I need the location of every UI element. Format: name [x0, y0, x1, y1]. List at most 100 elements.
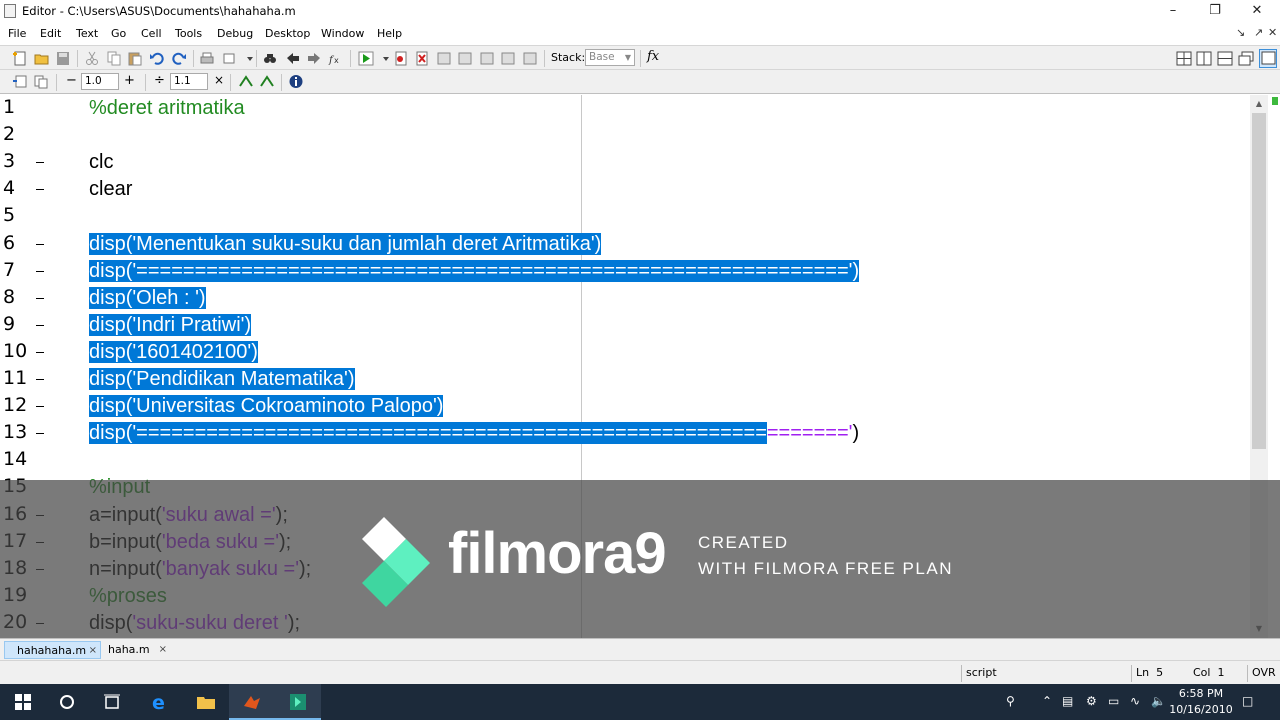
- undock-arrow-icon[interactable]: ↘: [1236, 26, 1245, 39]
- menu-file[interactable]: File: [8, 27, 26, 40]
- exit-debug-icon[interactable]: [522, 51, 538, 66]
- breakpoint-marker[interactable]: [36, 406, 44, 408]
- menu-help[interactable]: Help: [377, 27, 402, 40]
- edge-browser-icon[interactable]: e: [137, 684, 183, 720]
- divide-button[interactable]: ÷: [154, 73, 165, 88]
- step-out-icon[interactable]: [479, 51, 495, 66]
- forward-arrow-icon[interactable]: [306, 51, 322, 66]
- code-line[interactable]: 9 disp('Indri Pratiwi'): [0, 312, 1250, 339]
- windows-start-icon[interactable]: [0, 684, 46, 720]
- tile-vertical-icon[interactable]: [1196, 51, 1212, 66]
- multiply-button[interactable]: ×: [214, 73, 224, 87]
- back-arrow-icon[interactable]: [285, 51, 301, 66]
- continue-icon[interactable]: [500, 51, 516, 66]
- fx-icon[interactable]: fx: [647, 49, 659, 64]
- taskbar-clock[interactable]: 6:58 PM 10/16/2010: [1168, 686, 1234, 718]
- code-line[interactable]: 5: [0, 203, 1250, 230]
- step-in-icon[interactable]: [457, 51, 473, 66]
- code-line[interactable]: 4 clear: [0, 176, 1250, 203]
- close-window-button[interactable]: ✕: [1234, 0, 1280, 23]
- battery-icon[interactable]: ▭: [1108, 694, 1119, 708]
- tile-horizontal-icon[interactable]: [1217, 51, 1233, 66]
- code-line[interactable]: 10 disp('1601402100'): [0, 339, 1250, 366]
- people-icon[interactable]: ⚲: [1006, 694, 1015, 708]
- run-dropdown-icon[interactable]: [378, 51, 389, 66]
- paste-icon[interactable]: [127, 51, 143, 66]
- volume-icon[interactable]: 🔈: [1151, 694, 1166, 708]
- breakpoint-marker[interactable]: [36, 433, 44, 435]
- breakpoint-marker[interactable]: [36, 189, 44, 191]
- run-icon[interactable]: [358, 51, 374, 66]
- code-line[interactable]: 7 disp('=================================…: [0, 258, 1250, 285]
- tray-settings-icon[interactable]: ⚙: [1086, 694, 1097, 708]
- breakpoint-marker[interactable]: [36, 162, 44, 164]
- menu-text[interactable]: Text: [76, 27, 98, 40]
- print-icon[interactable]: [199, 51, 215, 66]
- tab-close-icon[interactable]: ×: [89, 642, 97, 659]
- show-hidden-icons-chevron[interactable]: ⌃: [1042, 694, 1052, 708]
- increment-value-field[interactable]: 1.0: [81, 73, 119, 90]
- search-circle-icon[interactable]: [44, 684, 90, 720]
- tab-hahahaha[interactable]: hahahaha.m ×: [4, 641, 101, 659]
- matlab-taskbar-icon[interactable]: [229, 684, 275, 720]
- tab-haha[interactable]: haha.m ×: [98, 641, 170, 659]
- code-line[interactable]: 3 clc: [0, 149, 1250, 176]
- menu-go[interactable]: Go: [111, 27, 126, 40]
- dock-arrow-icon[interactable]: ↗: [1254, 26, 1263, 39]
- float-window-icon[interactable]: [1238, 51, 1254, 66]
- menu-window[interactable]: Window: [321, 27, 364, 40]
- copy-icon[interactable]: [106, 51, 122, 66]
- menu-cell[interactable]: Cell: [141, 27, 162, 40]
- function-browser-icon[interactable]: fx: [328, 51, 344, 66]
- breakpoint-marker[interactable]: [36, 351, 44, 353]
- save-icon[interactable]: [55, 51, 71, 66]
- clear-breakpoints-icon[interactable]: [414, 51, 430, 66]
- code-line[interactable]: 14: [0, 447, 1250, 474]
- increment-button[interactable]: +: [124, 73, 135, 88]
- code-line[interactable]: 11 disp('Pendidikan Matematika'): [0, 366, 1250, 393]
- code-line[interactable]: 1 %deret aritmatika: [0, 95, 1250, 122]
- insert-cell-icon[interactable]: [12, 74, 28, 89]
- notifications-icon[interactable]: □: [1242, 694, 1253, 708]
- code-line[interactable]: 2: [0, 122, 1250, 149]
- tile-grid-icon[interactable]: [1176, 51, 1192, 66]
- breakpoint-marker[interactable]: [36, 379, 44, 380]
- scale-value-field[interactable]: 1.1: [170, 73, 208, 90]
- minimize-button[interactable]: –: [1150, 0, 1196, 23]
- file-explorer-icon[interactable]: [183, 684, 229, 720]
- code-line[interactable]: 6 disp('Menentukan suku-suku dan jumlah d…: [0, 231, 1250, 258]
- find-icon[interactable]: [262, 51, 278, 66]
- stack-select[interactable]: Base ▼: [585, 49, 635, 66]
- code-line[interactable]: 12 disp('Universitas Cokroaminoto Palopo'…: [0, 393, 1250, 420]
- dropdown-arrow-icon[interactable]: [242, 51, 253, 66]
- maximize-document-icon[interactable]: [1259, 49, 1277, 68]
- cell-advance-icon[interactable]: [259, 74, 275, 89]
- cell-run-icon[interactable]: [238, 74, 254, 89]
- step-icon[interactable]: [436, 51, 452, 66]
- menu-desktop[interactable]: Desktop: [265, 27, 310, 40]
- code-analyzer-status-icon[interactable]: [1272, 97, 1278, 105]
- filmora-taskbar-icon[interactable]: [275, 684, 321, 720]
- code-line[interactable]: 8 disp('Oleh : '): [0, 285, 1250, 312]
- close-document-icon[interactable]: ✕: [1268, 26, 1277, 39]
- breakpoint-marker[interactable]: [36, 297, 44, 299]
- code-line[interactable]: 13 disp('================================…: [0, 420, 1250, 447]
- restore-button[interactable]: ❐: [1192, 0, 1238, 23]
- breakpoint-marker[interactable]: [36, 270, 44, 272]
- wifi-icon[interactable]: ∿: [1130, 694, 1140, 708]
- info-icon[interactable]: [288, 74, 304, 89]
- print-options-icon[interactable]: [222, 51, 238, 66]
- menu-debug[interactable]: Debug: [217, 27, 253, 40]
- menu-edit[interactable]: Edit: [40, 27, 61, 40]
- open-file-icon[interactable]: [34, 51, 50, 66]
- set-breakpoint-icon[interactable]: [393, 51, 409, 66]
- scrollbar-thumb[interactable]: [1252, 113, 1266, 449]
- evaluate-cell-icon[interactable]: [33, 74, 49, 89]
- cut-icon[interactable]: [84, 51, 100, 66]
- undo-icon[interactable]: [149, 51, 165, 66]
- menu-tools[interactable]: Tools: [175, 27, 202, 40]
- decrement-button[interactable]: −: [66, 73, 77, 88]
- new-file-icon[interactable]: [12, 51, 28, 66]
- breakpoint-marker[interactable]: [36, 324, 44, 326]
- scroll-up-icon[interactable]: ▲: [1254, 99, 1264, 109]
